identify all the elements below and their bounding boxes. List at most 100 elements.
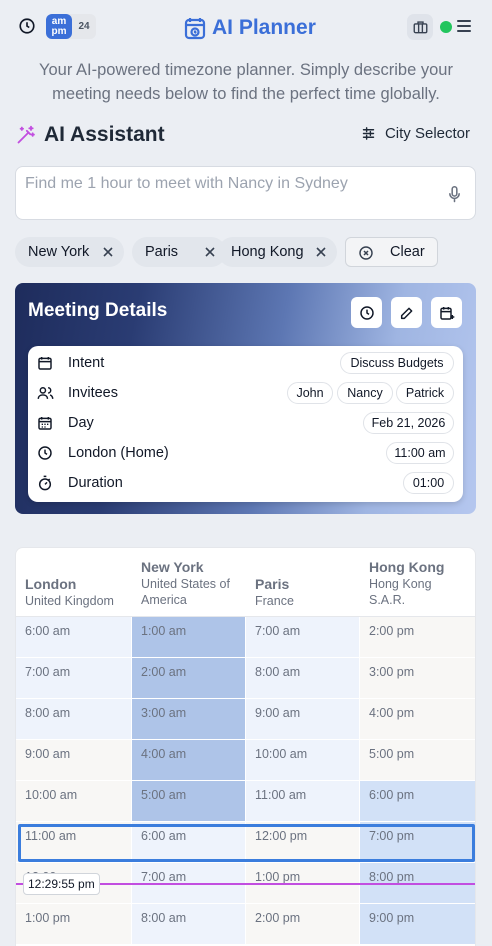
time-cell[interactable]: 6:00 am [132, 822, 246, 863]
timezone-grid: London United Kingdom New York United St… [15, 547, 476, 946]
briefcase-icon [413, 21, 427, 34]
clear-label: Clear [390, 244, 425, 260]
time-cell[interactable]: 9:00 am [246, 699, 360, 740]
users-icon [37, 387, 54, 399]
time-cell[interactable]: 2:00 pm [360, 617, 475, 658]
time-cell[interactable]: 5:00 am [132, 781, 246, 822]
day-label: Day [68, 415, 94, 431]
time-cell[interactable]: 2:00 am [132, 658, 246, 699]
duration-value[interactable]: 01:00 [403, 472, 454, 494]
intent-value[interactable]: Discuss Budgets [340, 352, 454, 374]
menu-icon[interactable] [457, 18, 471, 34]
time-cell[interactable]: 8:00 am [16, 699, 132, 740]
ampm-top-label: am [51, 15, 67, 27]
format-24-label: 24 [78, 21, 90, 32]
column-header-paris[interactable]: Paris France [246, 548, 360, 617]
time-cell[interactable]: 10:00 am [16, 781, 132, 822]
assistant-title: AI Assistant [44, 123, 165, 146]
stopwatch-icon [38, 475, 52, 491]
time-cell[interactable]: 6:00 pm [360, 781, 475, 822]
time-cell[interactable]: 7:00 am [16, 658, 132, 699]
time-cell[interactable]: 11:00 am [16, 822, 132, 863]
time-cell[interactable]: 9:00 pm [360, 904, 475, 945]
day-row: Day Feb 21, 2026 [28, 408, 463, 438]
city-chip[interactable]: Hong Kong [218, 237, 337, 267]
home-time-row: London (Home) 11:00 am [28, 438, 463, 468]
column-header-london[interactable]: London United Kingdom [16, 548, 132, 617]
close-icon[interactable] [102, 244, 114, 260]
clock-icon[interactable] [16, 15, 38, 37]
meeting-details-card: Meeting Details Intent Discuss Budgets I… [15, 283, 476, 514]
time-cell[interactable]: 12:00 pm [246, 822, 360, 863]
column-header-hong-kong[interactable]: Hong Kong Hong Kong S.A.R. [360, 548, 475, 617]
time-cell[interactable]: 1:00 pm [16, 904, 132, 945]
city-selector-button[interactable]: City Selector [361, 125, 470, 142]
sliders-icon [362, 127, 375, 140]
time-cell[interactable]: 3:00 pm [360, 658, 475, 699]
invitee-pill[interactable]: Patrick [396, 382, 454, 404]
column-city-name: New York [141, 559, 204, 575]
close-icon[interactable] [315, 244, 327, 260]
invitee-pill[interactable]: John [287, 382, 333, 404]
invitees-row: Invitees John Nancy Patrick [28, 378, 463, 408]
meeting-details-panel: Intent Discuss Budgets Invitees John Nan… [28, 346, 463, 502]
time-cell[interactable]: 5:00 pm [360, 740, 475, 781]
briefcase-button[interactable] [407, 14, 433, 40]
ampm-badge: am pm [46, 14, 72, 39]
calendar-grid-icon [38, 417, 52, 430]
column-country: United States of America [141, 577, 230, 607]
time-cell[interactable]: 7:00 am [246, 617, 360, 658]
time-cell[interactable]: 4:00 pm [360, 699, 475, 740]
edit-icon [400, 307, 412, 319]
status-indicator [440, 21, 452, 33]
clock-icon [38, 446, 52, 460]
city-chip[interactable]: Paris [132, 237, 226, 267]
time-cell[interactable]: 11:00 am [246, 781, 360, 822]
assistant-title-group: AI Assistant [16, 123, 165, 147]
column-country: United Kingdom [25, 594, 114, 608]
invitee-pill[interactable]: Nancy [337, 382, 393, 404]
microphone-icon[interactable] [448, 186, 461, 208]
city-chip-label: New York [28, 244, 90, 260]
city-chip[interactable]: New York [15, 237, 124, 267]
edit-button[interactable] [391, 297, 422, 328]
time-cell[interactable]: 1:00 am [132, 617, 246, 658]
home-location-label: London (Home) [68, 445, 169, 461]
calendar-icon [38, 357, 52, 370]
close-icon[interactable] [204, 244, 216, 260]
day-value[interactable]: Feb 21, 2026 [363, 412, 454, 434]
time-cell[interactable]: 7:00 pm [360, 822, 475, 863]
assistant-prompt-input[interactable] [25, 175, 425, 193]
time-cell[interactable]: 9:00 am [16, 740, 132, 781]
column-country: Hong Kong S.A.R. [369, 577, 432, 607]
time-cell[interactable]: 8:00 am [246, 658, 360, 699]
clock-button[interactable] [351, 297, 382, 328]
assistant-prompt-box [15, 166, 476, 220]
time-cell[interactable]: 3:00 am [132, 699, 246, 740]
city-chip-label: Hong Kong [231, 244, 304, 260]
intent-row: Intent Discuss Budgets [28, 348, 463, 378]
magic-wand-icon [17, 125, 35, 144]
duration-row: Duration 01:00 [28, 468, 463, 498]
time-cell[interactable]: 8:00 am [132, 904, 246, 945]
clock-icon [359, 305, 374, 320]
city-selector-label: City Selector [384, 125, 470, 142]
time-cell[interactable]: 4:00 am [132, 740, 246, 781]
clear-circle-icon [359, 246, 373, 260]
time-format-toggle[interactable]: am pm 24 [46, 14, 96, 39]
ampm-bottom-label: pm [51, 25, 67, 37]
meeting-title: Meeting Details [28, 300, 168, 321]
invitees-label: Invitees [68, 385, 118, 401]
home-time-value[interactable]: 11:00 am [386, 442, 454, 464]
clear-cities-button[interactable]: Clear [345, 237, 438, 267]
time-cell[interactable]: 6:00 am [16, 617, 132, 658]
app-title: AI Planner [212, 16, 316, 39]
add-to-calendar-button[interactable] [431, 297, 462, 328]
column-header-new-york[interactable]: New York United States of America [132, 548, 246, 617]
brand: AI Planner [184, 14, 316, 42]
assistant-header: AI Assistant City Selector [16, 123, 476, 151]
time-cell[interactable]: 10:00 am [246, 740, 360, 781]
column-city-name: Paris [255, 576, 290, 592]
duration-label: Duration [68, 475, 123, 491]
time-cell[interactable]: 2:00 pm [246, 904, 360, 945]
